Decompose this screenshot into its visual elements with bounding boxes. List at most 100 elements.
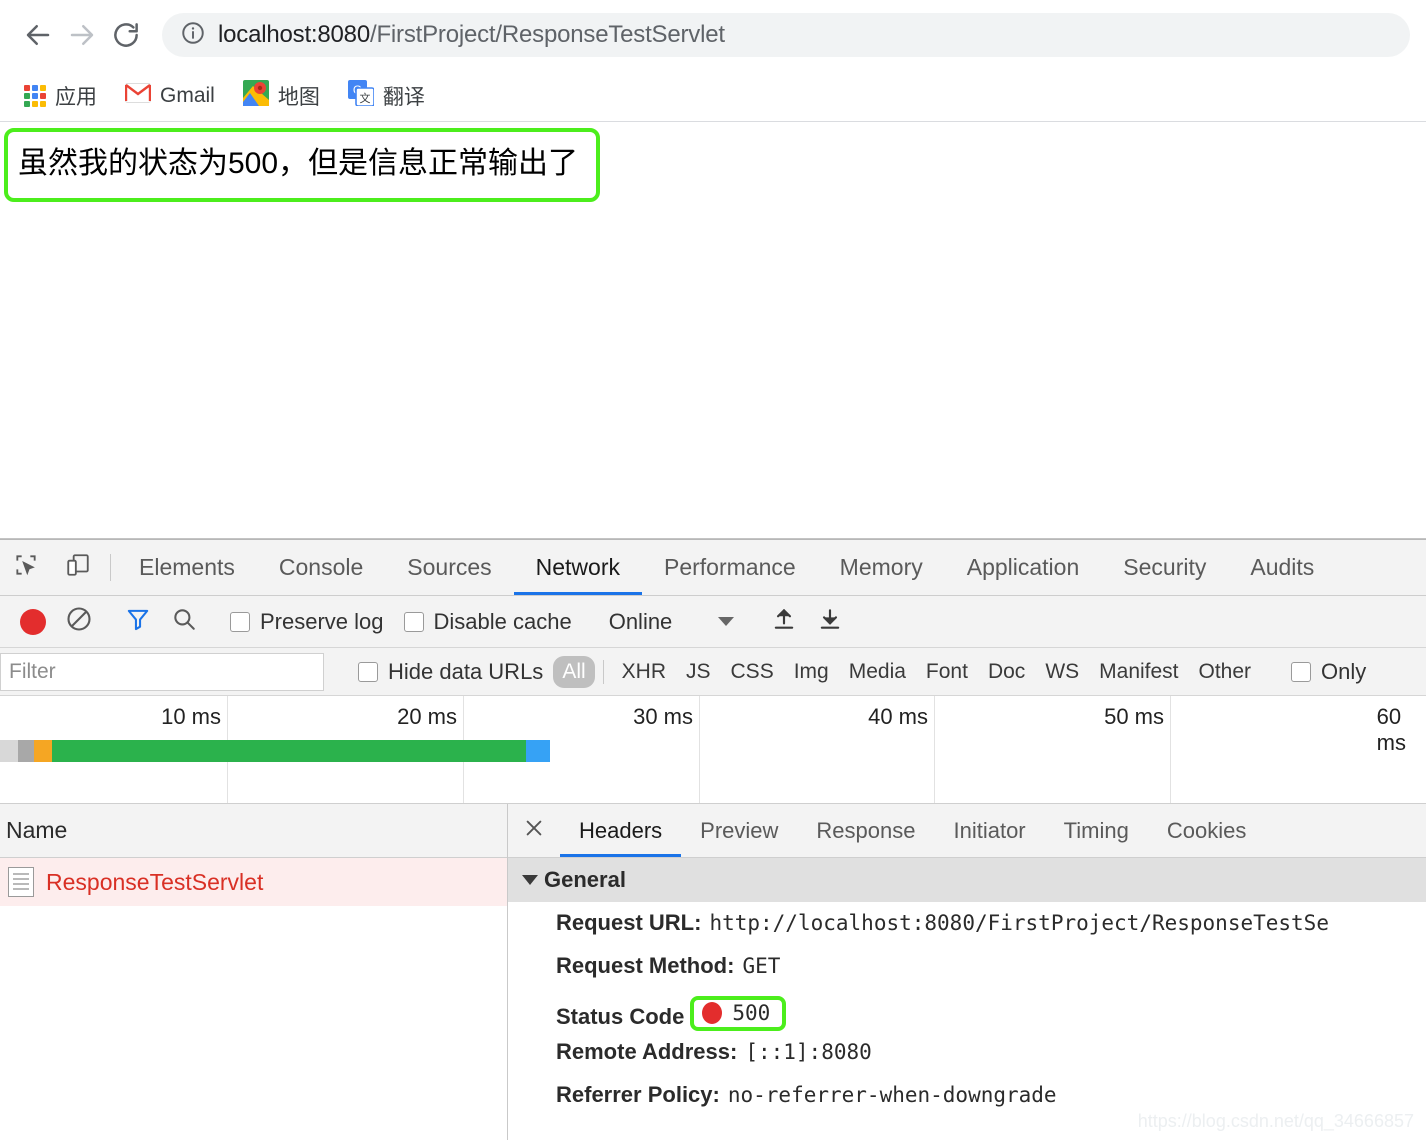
bookmark-translate[interactable]: G文 翻译 [338,76,435,115]
resource-type-filters: All XHR JS CSS Img Media Font Doc WS Man… [553,655,1262,688]
filter-type-ws[interactable]: WS [1035,656,1089,688]
detail-tab-headers[interactable]: Headers [560,804,682,857]
clear-icon [65,605,93,638]
detail-tab-response[interactable]: Response [797,804,934,857]
filter-type-xhr[interactable]: XHR [612,656,676,688]
detail-tab-timing[interactable]: Timing [1045,804,1148,857]
disable-cache-label: Disable cache [433,608,572,634]
bookmark-label: 翻译 [382,85,425,109]
devtools-tabbar: Elements Console Sources Network Perform… [0,540,1426,596]
filter-input[interactable]: Filter [0,652,324,691]
arrow-right-icon [67,20,97,50]
reload-icon [111,20,141,50]
bookmarks-bar: 应用 Gmail 地图 G文 翻译 [0,70,1426,122]
field-label: Remote Address: [556,1039,738,1064]
field-value: GET [742,954,781,978]
tab-security[interactable]: Security [1101,540,1228,595]
search-icon [171,606,197,637]
filter-type-css[interactable]: CSS [721,656,784,688]
tab-application[interactable]: Application [945,540,1102,595]
request-list-header[interactable]: Name [0,804,507,858]
filter-type-font[interactable]: Font [916,656,978,688]
tab-performance[interactable]: Performance [642,540,818,595]
device-toolbar-button[interactable] [52,540,104,595]
close-detail-button[interactable] [508,804,560,857]
bookmark-gmail[interactable]: Gmail [115,79,225,112]
overview-tick-label: 20 ms [397,704,457,729]
filter-type-img[interactable]: Img [784,656,839,688]
row-request-method: Request Method: GET [556,953,1426,996]
filter-type-media[interactable]: Media [839,656,916,688]
checkbox-box [1291,661,1312,682]
tab-audits[interactable]: Audits [1228,540,1336,595]
export-har-button[interactable] [807,599,853,645]
reload-button[interactable] [104,13,148,57]
bar-segment-dns-connect [34,740,52,762]
chevron-down-icon [718,617,735,626]
filter-type-all[interactable]: All [553,655,595,688]
filter-type-js[interactable]: JS [676,656,721,688]
overview-tick-label: 30 ms [633,704,693,729]
detail-tab-preview[interactable]: Preview [681,804,797,857]
preserve-log-label: Preserve log [260,608,384,634]
filter-button[interactable] [115,599,161,645]
request-detail-pane: Headers Preview Response Initiator Timin… [508,804,1426,1140]
only-blocked-checkbox[interactable]: Only [1281,659,1376,685]
info-circle-icon[interactable] [180,20,206,51]
table-row[interactable]: ResponseTestServlet [0,858,507,906]
filter-funnel-icon [125,606,151,637]
throttling-select[interactable]: Online [595,609,749,635]
checkbox-box [403,611,424,632]
field-label: Request Method: [556,953,735,978]
clear-button[interactable] [56,599,102,645]
divider [110,554,111,581]
bookmark-label: Gmail [160,83,215,107]
filter-type-doc[interactable]: Doc [978,656,1035,688]
field-label: Referrer Policy: [556,1082,720,1107]
bar-segment-content-download [526,740,550,762]
status-error-dot-icon [702,1002,723,1024]
hide-data-urls-checkbox[interactable]: Hide data URLs [348,659,553,685]
disable-cache-checkbox[interactable]: Disable cache [394,609,582,635]
tab-memory[interactable]: Memory [818,540,945,595]
google-maps-icon [242,80,269,111]
preserve-log-checkbox[interactable]: Preserve log [220,609,394,635]
page-highlight-box: 虽然我的状态为500，但是信息正常输出了 [4,128,601,202]
only-label: Only [1321,658,1367,684]
bar-segment-stalled [18,740,34,762]
watermark: https://blog.csdn.net/qq_34666857 [1137,1111,1414,1131]
record-button[interactable] [10,599,56,645]
document-icon [8,867,34,897]
network-overview-timeline[interactable]: 10 ms 20 ms 30 ms 40 ms 50 ms 60 ms [0,696,1426,804]
throttling-value: Online [608,608,673,634]
row-request-url: Request URL: http://localhost:8080/First… [556,910,1426,953]
detail-tab-cookies[interactable]: Cookies [1148,804,1265,857]
general-section-header[interactable]: General [508,858,1426,902]
column-header-name: Name [6,817,68,843]
import-har-button[interactable] [761,599,807,645]
field-label: Request URL: [556,910,702,935]
filter-type-manifest[interactable]: Manifest [1089,656,1188,688]
inspect-element-button[interactable] [0,540,52,595]
overview-tick-label: 40 ms [868,704,928,729]
bookmark-apps[interactable]: 应用 [14,77,107,115]
back-button[interactable] [16,13,60,57]
address-bar[interactable]: localhost:8080/FirstProject/ResponseTest… [162,13,1410,57]
field-value: [::1]:8080 [745,1040,872,1064]
search-button[interactable] [161,599,207,645]
tab-network[interactable]: Network [513,540,643,595]
field-label: Status Code [556,1004,685,1029]
page-viewport: 虽然我的状态为500，但是信息正常输出了 [0,122,1426,539]
detail-tab-initiator[interactable]: Initiator [934,804,1044,857]
status-code-highlight: 500 [690,996,787,1031]
tab-console[interactable]: Console [257,540,385,595]
detail-tabbar: Headers Preview Response Initiator Timin… [508,804,1426,858]
bookmark-maps[interactable]: 地图 [233,76,330,115]
tab-elements[interactable]: Elements [117,540,257,595]
field-value: no-referrer-when-downgrade [727,1083,1057,1107]
apps-grid-icon [24,84,46,107]
download-arrow-icon [817,606,843,637]
tab-sources[interactable]: Sources [385,540,513,595]
filter-type-other[interactable]: Other [1189,656,1262,688]
forward-button[interactable] [60,13,104,57]
